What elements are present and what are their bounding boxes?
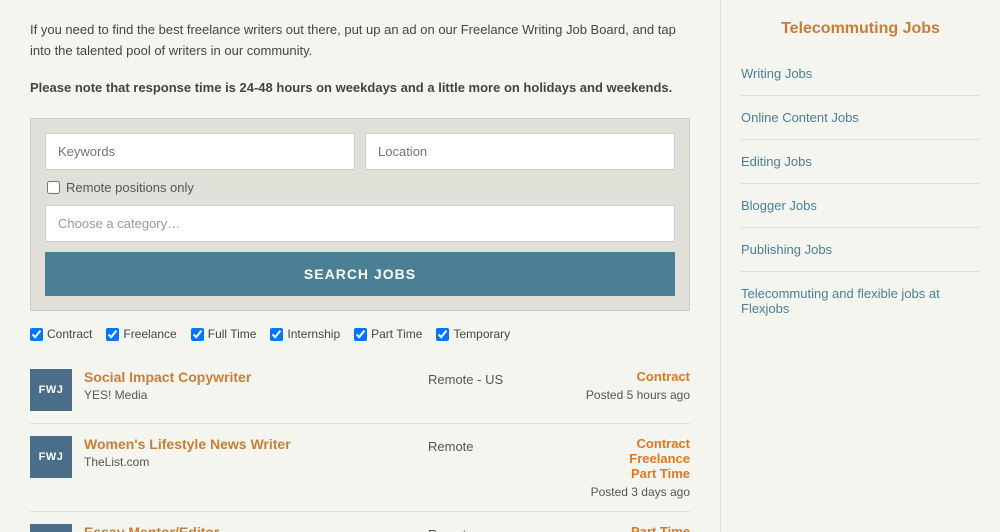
job-logo: FWJ — [30, 369, 72, 411]
notice-strong: Please note that response time is 24-48 … — [30, 80, 672, 95]
main-content: If you need to find the best freelance w… — [0, 0, 720, 532]
filter-checkbox-part-time[interactable] — [354, 328, 367, 341]
job-meta: Part TimePosted 4 days ago — [560, 524, 690, 532]
job-location-text: Remote - US — [428, 372, 503, 387]
job-details: Social Impact Copywriter YES! Media — [84, 369, 416, 402]
filter-label[interactable]: Temporary — [453, 327, 510, 341]
filter-label[interactable]: Freelance — [123, 327, 176, 341]
sidebar-link-2[interactable]: Editing Jobs — [741, 154, 980, 184]
job-location: Remote - US — [428, 369, 548, 387]
job-listings: FWJ Social Impact Copywriter YES! Media Rem… — [30, 357, 690, 532]
sidebar: Telecommuting Jobs Writing Jobs Online Co… — [720, 0, 1000, 532]
filter-checkbox-contract[interactable] — [30, 328, 43, 341]
sidebar-link-0[interactable]: Writing Jobs — [741, 66, 980, 96]
job-company: TheList.com — [84, 455, 416, 469]
filter-label[interactable]: Part Time — [371, 327, 422, 341]
category-select[interactable]: Choose a category… — [45, 205, 675, 242]
job-meta: Contract Posted 5 hours ago — [560, 369, 690, 402]
sidebar-link-4[interactable]: Publishing Jobs — [741, 242, 980, 272]
filter-item: Part Time — [354, 327, 422, 341]
job-listing: FWJ Essay Mentor/EditorGet It Recruit - E… — [30, 512, 690, 532]
job-location-text: Remote — [428, 527, 474, 532]
location-input[interactable] — [365, 133, 675, 170]
filter-label[interactable]: Internship — [287, 327, 340, 341]
job-company: YES! Media — [84, 388, 416, 402]
search-inputs-row — [45, 133, 675, 170]
filter-item: Internship — [270, 327, 340, 341]
job-title-link[interactable]: Women's Lifestyle News Writer — [84, 436, 416, 452]
job-type-badge: Contract — [560, 436, 690, 451]
filter-checkbox-internship[interactable] — [270, 328, 283, 341]
job-location: Remote — [428, 524, 548, 532]
job-title-link[interactable]: Essay Mentor/Editor — [84, 524, 416, 532]
job-type-badge: Contract — [560, 369, 690, 384]
filter-item: Full Time — [191, 327, 257, 341]
sidebar-link-3[interactable]: Blogger Jobs — [741, 198, 980, 228]
sidebar-title: Telecommuting Jobs — [741, 20, 980, 48]
keywords-input[interactable] — [45, 133, 355, 170]
job-listing: FWJ Women's Lifestyle News Writer TheList.… — [30, 424, 690, 512]
sidebar-links: Writing Jobs Online Content Jobs Editing J… — [741, 66, 980, 330]
filter-item: Contract — [30, 327, 92, 341]
remote-checkbox[interactable] — [47, 181, 60, 194]
job-posted: Posted 5 hours ago — [560, 388, 690, 402]
job-location: Remote — [428, 436, 548, 454]
job-posted: Posted 3 days ago — [560, 485, 690, 499]
remote-label[interactable]: Remote positions only — [66, 180, 194, 195]
remote-row: Remote positions only — [45, 180, 675, 195]
intro-paragraph2: Please note that response time is 24-48 … — [30, 78, 690, 99]
job-type-badge: Freelance — [560, 451, 690, 466]
job-type-badge: Part Time — [560, 466, 690, 481]
job-meta: ContractFreelancePart Time Posted 3 days … — [560, 436, 690, 499]
job-details: Essay Mentor/EditorGet It Recruit - Educ… — [84, 524, 416, 532]
intro-paragraph1: If you need to find the best freelance w… — [30, 20, 690, 62]
job-logo: FWJ — [30, 436, 72, 478]
filter-item: Freelance — [106, 327, 176, 341]
filter-label[interactable]: Full Time — [208, 327, 257, 341]
filter-label[interactable]: Contract — [47, 327, 92, 341]
job-details: Women's Lifestyle News Writer TheList.com — [84, 436, 416, 469]
job-listing: FWJ Social Impact Copywriter YES! Media Rem… — [30, 357, 690, 424]
search-button[interactable]: SEARCH JOBS — [45, 252, 675, 296]
search-form: Remote positions only Choose a category…… — [30, 118, 690, 311]
job-location-text: Remote — [428, 439, 474, 454]
job-logo: FWJ — [30, 524, 72, 532]
filter-item: Temporary — [436, 327, 510, 341]
sidebar-link-5[interactable]: Telecommuting and flexible jobs at Flexj… — [741, 286, 980, 330]
job-type-badge: Part Time — [560, 524, 690, 532]
sidebar-link-1[interactable]: Online Content Jobs — [741, 110, 980, 140]
job-title-link[interactable]: Social Impact Copywriter — [84, 369, 416, 385]
filter-row: Contract Freelance Full Time Internship Part… — [30, 327, 690, 341]
filter-checkbox-freelance[interactable] — [106, 328, 119, 341]
filter-checkbox-temporary[interactable] — [436, 328, 449, 341]
filter-checkbox-full-time[interactable] — [191, 328, 204, 341]
